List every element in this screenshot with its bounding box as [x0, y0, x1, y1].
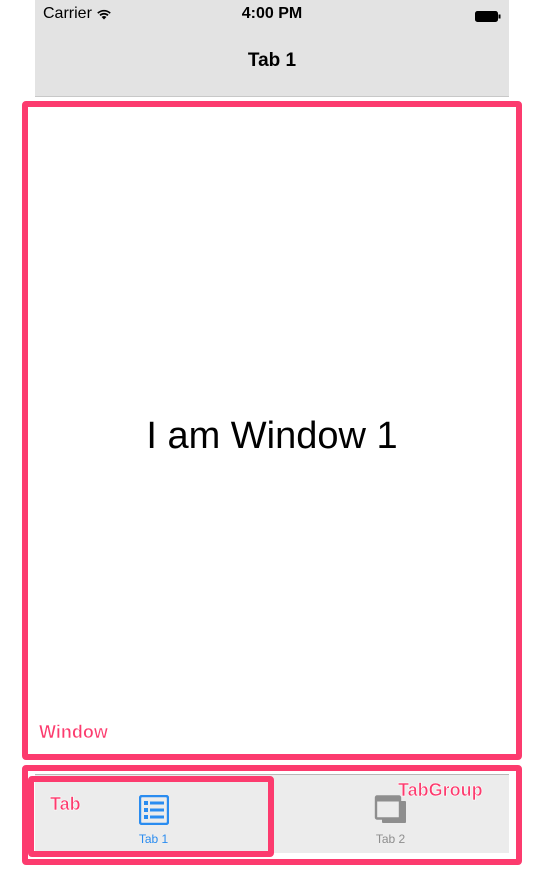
battery-icon	[475, 9, 501, 22]
window-text: I am Window 1	[146, 415, 398, 457]
tab-bar: Tab 1 Tab 2	[35, 774, 509, 853]
phone-screen: Carrier 4:00 PM Tab 1 I am Window 1 Tab …	[35, 0, 509, 888]
nav-title: Tab 1	[247, 50, 297, 71]
tab-2-label: Tab 2	[375, 832, 406, 846]
top-bar: Carrier 4:00 PM Tab 1	[35, 0, 509, 97]
tab-1-label: Tab 1	[138, 832, 169, 846]
tab-2[interactable]: Tab 2	[272, 775, 509, 853]
status-time: 4:00 PM	[241, 5, 303, 22]
list-icon	[138, 794, 169, 830]
windows-icon	[374, 795, 408, 830]
tab-1[interactable]: Tab 1	[35, 775, 272, 853]
